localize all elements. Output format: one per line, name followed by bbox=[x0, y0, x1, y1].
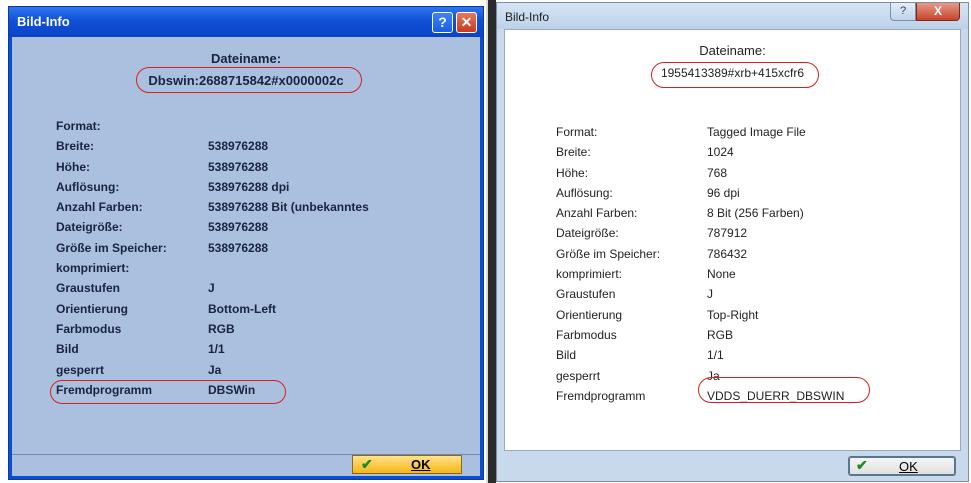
info-value: 8 Bit (256 Farben) bbox=[707, 206, 804, 221]
info-value: Top-Right bbox=[707, 307, 759, 322]
info-key: Größe im Speicher: bbox=[56, 240, 167, 255]
info-key: Format: bbox=[556, 125, 598, 139]
help-icon: ? bbox=[899, 5, 907, 17]
right-footer: ✔ OK bbox=[497, 451, 968, 481]
info-value: 1/1 bbox=[707, 348, 724, 363]
info-key: Orientierung bbox=[56, 301, 129, 316]
info-value: Ja bbox=[208, 362, 222, 377]
info-value: Bottom-Left bbox=[208, 301, 276, 316]
info-key: Fremdprogramm bbox=[556, 388, 646, 403]
close-icon: X bbox=[933, 4, 942, 18]
right-dialog-window: Bild-Info ? X Dateiname: 1955413389#xrb+… bbox=[496, 2, 969, 482]
info-value: None bbox=[707, 267, 736, 282]
info-value: 538976288 Bit (unbekanntes bbox=[208, 200, 369, 215]
info-key: Breite: bbox=[556, 145, 591, 160]
info-value: 1/1 bbox=[208, 342, 225, 357]
close-button[interactable]: ✕ bbox=[456, 12, 477, 33]
info-value: RGB bbox=[208, 321, 235, 336]
info-key: gesperrt bbox=[556, 368, 601, 383]
left-dialog-window: Bild-Info ? ✕ Dateiname: Dbswin:26887158… bbox=[8, 6, 484, 480]
left-dialog-body: Dateiname: Dbswin:2688715842#x0000002c F… bbox=[12, 37, 480, 476]
help-button[interactable]: ? bbox=[432, 12, 453, 33]
info-key: Größe im Speicher: bbox=[556, 246, 661, 261]
info-value: 538976288 dpi bbox=[208, 179, 290, 194]
info-key: Bild bbox=[556, 348, 577, 363]
right-title-bar[interactable]: Bild-Info ? X bbox=[497, 3, 968, 29]
ok-button[interactable]: ✔ OK bbox=[352, 455, 462, 474]
info-key: Auflösung: bbox=[556, 185, 613, 200]
divider bbox=[488, 0, 496, 483]
ok-label: OK bbox=[411, 457, 431, 472]
fremdprogramm-highlight-oval bbox=[50, 380, 286, 404]
info-value: 96 dpi bbox=[707, 185, 740, 200]
info-value: 1024 bbox=[707, 145, 734, 160]
left-title-bar[interactable]: Bild-Info ? ✕ bbox=[9, 7, 483, 37]
info-value: 538976288 bbox=[208, 159, 269, 174]
left-dialog-title: Bild-Info bbox=[17, 14, 70, 29]
info-key: Graustufen bbox=[556, 287, 616, 302]
info-key: Anzahl Farben: bbox=[556, 206, 638, 221]
filename-highlight-oval bbox=[136, 67, 362, 93]
info-key: komprimiert: bbox=[556, 267, 623, 282]
info-value: 787912 bbox=[707, 226, 748, 241]
info-value: 538976288 bbox=[208, 139, 269, 154]
checkmark-icon: ✔ bbox=[361, 456, 373, 472]
filename-highlight-oval bbox=[651, 62, 819, 88]
checkmark-icon: ✔ bbox=[856, 457, 868, 473]
info-value: RGB bbox=[707, 327, 734, 342]
info-key: Höhe: bbox=[556, 165, 589, 180]
info-value: 538976288 bbox=[208, 220, 269, 235]
ok-label: OK bbox=[899, 459, 918, 474]
ok-button[interactable]: ✔ OK bbox=[848, 456, 956, 476]
filename-label: Dateiname: bbox=[210, 51, 282, 66]
info-key: gesperrt bbox=[56, 362, 105, 377]
info-value: 786432 bbox=[707, 246, 748, 261]
info-key: Breite: bbox=[56, 139, 95, 154]
left-footer: ✔ OK bbox=[12, 454, 480, 476]
filename-label: Dateiname: bbox=[699, 43, 766, 58]
info-key: Anzahl Farben: bbox=[56, 200, 143, 215]
info-key: Farbmodus bbox=[556, 327, 617, 342]
info-key: Orientierung bbox=[556, 307, 623, 322]
close-button[interactable]: X bbox=[916, 3, 960, 21]
info-key: Farbmodus bbox=[56, 321, 122, 336]
info-key: Graustufen bbox=[56, 281, 121, 296]
help-icon: ? bbox=[438, 14, 447, 30]
info-value: J bbox=[707, 287, 713, 302]
close-icon: ✕ bbox=[460, 14, 473, 30]
help-button[interactable]: ? bbox=[890, 3, 916, 21]
right-dialog-title: Bild-Info bbox=[505, 10, 550, 24]
info-value: J bbox=[208, 281, 215, 296]
info-key: Bild bbox=[56, 342, 79, 357]
info-key: Format: bbox=[56, 119, 101, 133]
info-key: Auflösung: bbox=[56, 179, 120, 194]
info-key: Dateigröße: bbox=[556, 226, 619, 241]
info-key: Höhe: bbox=[56, 159, 90, 174]
info-value: 768 bbox=[707, 165, 728, 180]
info-value: 538976288 bbox=[208, 240, 269, 255]
fremdprogramm-highlight-oval bbox=[698, 377, 870, 403]
info-key: komprimiert: bbox=[56, 261, 130, 276]
info-key: Dateigröße: bbox=[56, 220, 123, 235]
right-dialog-body: Dateiname: 1955413389#xrb+415xcfr6 Forma… bbox=[504, 29, 961, 451]
info-value: Tagged Image File bbox=[707, 125, 806, 139]
